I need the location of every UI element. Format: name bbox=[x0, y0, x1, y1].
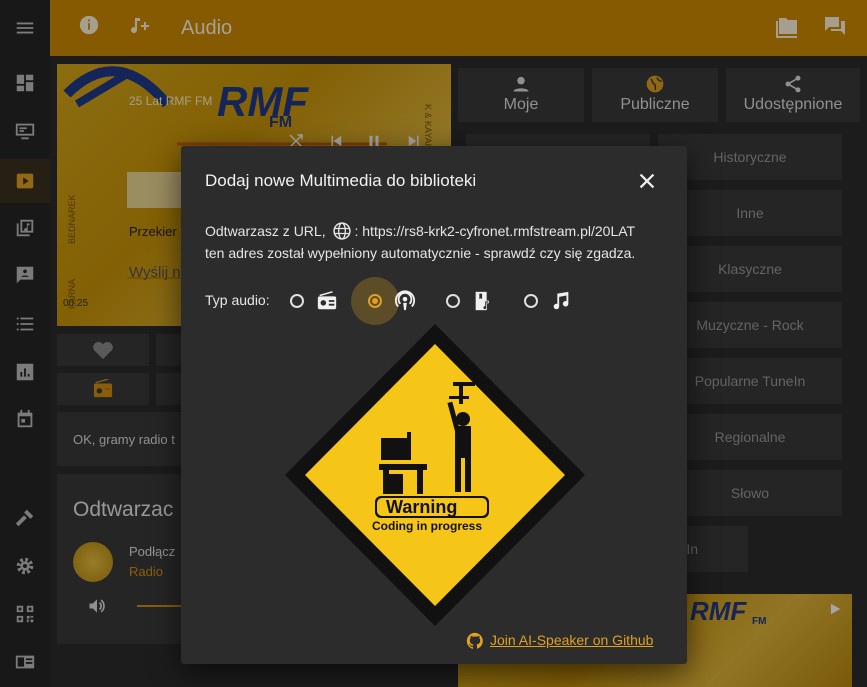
warning-subtitle: Coding in progress bbox=[372, 519, 483, 533]
audio-type-radio-podcast[interactable] bbox=[368, 294, 382, 308]
audio-type-label: Typ audio: bbox=[205, 292, 270, 308]
github-icon[interactable] bbox=[466, 632, 484, 655]
audio-type-radio-radio[interactable] bbox=[290, 294, 304, 308]
add-media-dialog: Dodaj nowe Multimedia do biblioteki Odtw… bbox=[181, 146, 687, 664]
stream-url: https://rs8-krk2-cyfronet.rmfstream.pl/2… bbox=[362, 223, 636, 240]
warning-title: Warning bbox=[386, 497, 458, 517]
dialog-title: Dodaj nowe Multimedia do biblioteki bbox=[205, 171, 477, 190]
globe-icon bbox=[332, 221, 352, 244]
podcast-icon bbox=[394, 290, 416, 317]
audiobook-icon bbox=[472, 290, 494, 317]
audio-type-radio-music[interactable] bbox=[524, 294, 538, 308]
github-link[interactable]: Join AI-Speaker on Github bbox=[490, 632, 653, 648]
warning-sign-image bbox=[285, 324, 585, 626]
music-note-icon bbox=[550, 290, 572, 317]
close-icon[interactable] bbox=[636, 170, 658, 192]
url-prefix: Odtwarzasz z URL, bbox=[205, 223, 326, 240]
radio-icon bbox=[316, 290, 338, 317]
auto-note: ten adres został wypełniony automatyczni… bbox=[205, 245, 636, 261]
audio-type-radio-audiobook[interactable] bbox=[446, 294, 460, 308]
url-line: Odtwarzasz z URL, : https://rs8-krk2-cyf… bbox=[205, 221, 635, 244]
